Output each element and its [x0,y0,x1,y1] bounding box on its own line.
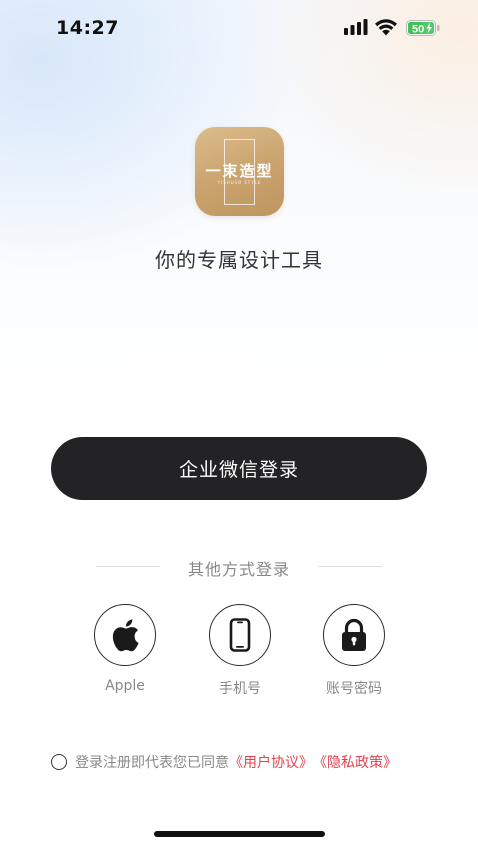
wifi-icon [375,19,397,36]
user-agreement-link[interactable]: 《用户协议》 [229,752,313,772]
account-login-button[interactable] [323,604,385,666]
signal-icon [344,19,368,35]
apple-login-option[interactable]: Apple [75,604,175,694]
other-methods-label: 其他方式登录 [187,560,290,579]
app-tagline: 你的专属设计工具 [155,248,323,272]
home-indicator[interactable] [154,831,325,837]
phone-login-option[interactable]: 手机号 [190,604,290,698]
agree-radio[interactable] [51,754,67,770]
account-login-label: 账号密码 [326,681,382,697]
phone-icon [229,618,251,652]
phone-login-button[interactable] [209,604,271,666]
divider-line-right [318,566,382,567]
status-bar: 14:27 50 [0,0,478,56]
app-logo: 一束造型 YISHUSB STYLE [195,127,284,216]
battery-level: 50 [412,24,424,36]
agreement-text: 登录注册即代表您已同意 [75,755,229,771]
phone-login-label: 手机号 [219,681,261,697]
battery-icon: 50 [406,20,440,36]
privacy-policy-link[interactable]: 《隐私政策》 [313,752,397,772]
apple-login-button[interactable] [94,604,156,666]
agreement-row: 登录注册即代表您已同意 《用户协议》 《隐私政策》 [51,752,397,772]
status-time: 14:27 [56,17,119,39]
apple-login-label: Apple [105,678,145,694]
apple-icon [112,619,139,652]
wecom-login-button[interactable]: 企业微信登录 [51,437,427,500]
logo-subtext: YISHUSB STYLE [217,180,262,185]
logo-text: 一束造型 [205,162,274,180]
lock-icon [342,618,366,651]
account-login-option[interactable]: 账号密码 [304,604,404,698]
